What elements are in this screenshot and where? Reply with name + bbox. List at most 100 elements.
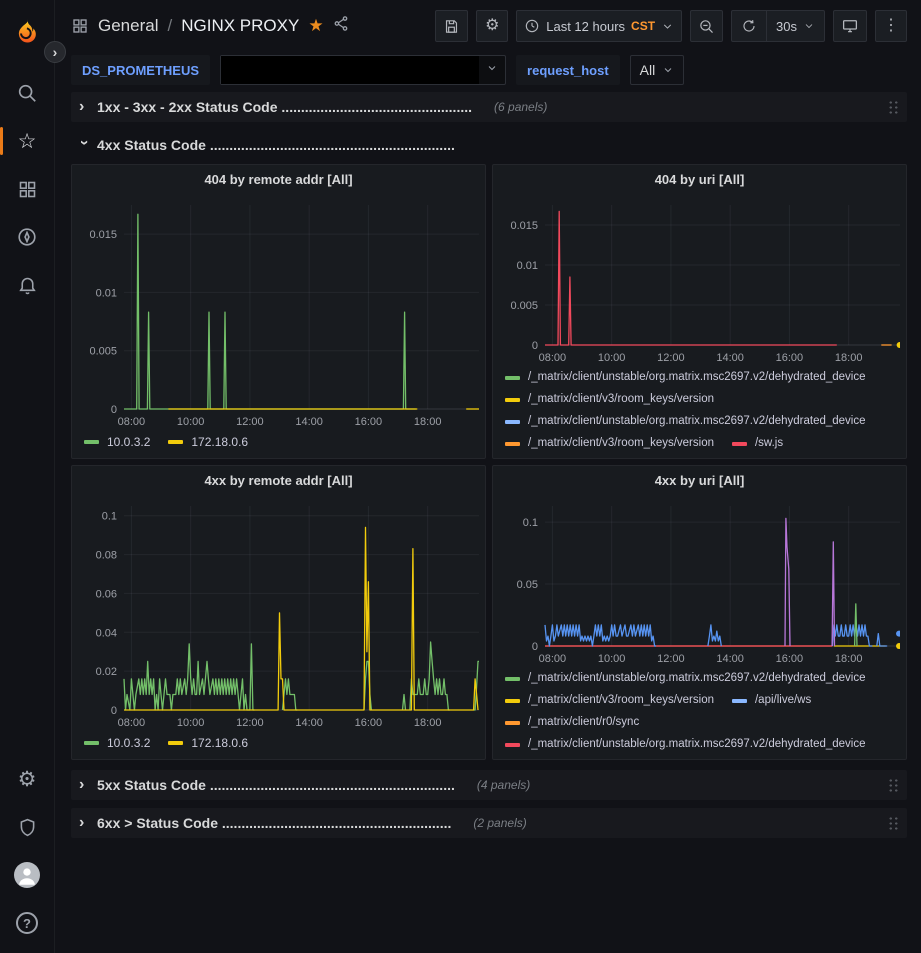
svg-text:12:00: 12:00 bbox=[657, 352, 685, 364]
user-avatar[interactable] bbox=[7, 858, 47, 892]
legend-item[interactable]: /_matrix/client/unstable/org.matrix.msc2… bbox=[505, 411, 866, 432]
svg-text:08:00: 08:00 bbox=[539, 352, 567, 364]
legend-label: 10.0.3.2 bbox=[107, 736, 150, 750]
sidebar-item-explore[interactable] bbox=[7, 220, 47, 254]
legend-item[interactable]: /sw.js bbox=[732, 433, 783, 451]
row-collapse-arrow: › bbox=[79, 776, 89, 794]
grafana-app: › ☆ ⚙ bbox=[0, 0, 921, 953]
svg-text:0.1: 0.1 bbox=[102, 511, 117, 523]
favorite-star-icon[interactable]: ★ bbox=[308, 16, 323, 36]
svg-text:12:00: 12:00 bbox=[236, 717, 264, 729]
variables-bar: DS_PROMETHEUS request_host All bbox=[71, 52, 907, 88]
row-4xx[interactable]: › 4xx Status Code ......................… bbox=[71, 130, 907, 160]
panel-title[interactable]: 4xx by uri [All] bbox=[499, 466, 900, 496]
svg-text:10:00: 10:00 bbox=[598, 352, 626, 364]
legend-item[interactable]: 172.18.0.6 bbox=[168, 736, 248, 750]
row-drag-handle[interactable] bbox=[888, 778, 899, 793]
sidebar-item-dashboards[interactable] bbox=[7, 172, 47, 206]
panel-title[interactable]: 404 by remote addr [All] bbox=[78, 165, 479, 195]
svg-text:0: 0 bbox=[532, 641, 538, 653]
refresh-interval-dropdown[interactable]: 30s bbox=[766, 11, 824, 41]
svg-text:16:00: 16:00 bbox=[355, 717, 383, 729]
legend-swatch bbox=[732, 699, 747, 703]
request-host-dropdown[interactable]: All bbox=[630, 55, 685, 85]
panel-title[interactable]: 4xx by remote addr [All] bbox=[78, 466, 479, 496]
row-1xx-3xx-2xx[interactable]: › 1xx - 3xx - 2xx Status Code ..........… bbox=[71, 92, 907, 122]
svg-text:0.05: 0.05 bbox=[517, 579, 538, 591]
sidebar-item-configuration[interactable]: ⚙ bbox=[7, 762, 47, 796]
variable-label-request-host: request_host bbox=[516, 55, 620, 85]
grafana-logo[interactable] bbox=[12, 17, 42, 47]
panel-grid: 404 by remote addr [All] 08:00 10:00 12:00… bbox=[71, 164, 907, 760]
time-range-label: Last 12 hours bbox=[546, 19, 625, 34]
row-title: 6xx > Status Code ......................… bbox=[97, 815, 451, 831]
legend-swatch bbox=[505, 442, 520, 446]
svg-text:0.005: 0.005 bbox=[510, 300, 538, 312]
dashboard-title[interactable]: NGINX PROXY bbox=[181, 16, 299, 36]
legend-item[interactable]: /_matrix/client/r0/sync bbox=[505, 712, 639, 733]
row-6xx[interactable]: › 6xx > Status Code ....................… bbox=[71, 808, 907, 838]
more-options-button[interactable]: ⋮ bbox=[875, 10, 907, 42]
zoom-out-time-button[interactable] bbox=[690, 10, 723, 42]
legend-item[interactable]: /_matrix/client/v3/room_keys/version bbox=[505, 690, 714, 711]
datasource-value-redacted bbox=[221, 56, 479, 84]
search-icon[interactable] bbox=[7, 76, 47, 110]
dashboard-settings-button[interactable]: ⚙ bbox=[476, 10, 508, 42]
time-range-picker[interactable]: Last 12 hours CST bbox=[516, 10, 682, 42]
legend-item[interactable]: /_matrix/client/unstable/org.matrix.msc2… bbox=[505, 734, 866, 752]
sidebar-item-server-admin[interactable] bbox=[7, 810, 47, 844]
tv-mode-button[interactable] bbox=[833, 10, 867, 42]
panel-title[interactable]: 404 by uri [All] bbox=[499, 165, 900, 195]
timeseries-chart[interactable]: 08:0010:0012:0014:0016:0018:0000.050.1 bbox=[499, 496, 900, 668]
svg-text:0.04: 0.04 bbox=[96, 627, 117, 639]
row-drag-handle[interactable] bbox=[888, 816, 899, 831]
row-panel-count: (2 panels) bbox=[473, 816, 526, 830]
svg-text:14:00: 14:00 bbox=[716, 352, 744, 364]
zoom-out-icon bbox=[698, 18, 715, 35]
svg-text:10:00: 10:00 bbox=[177, 416, 205, 428]
svg-text:16:00: 16:00 bbox=[776, 653, 804, 665]
legend-item[interactable]: /_matrix/client/v3/room_keys/version bbox=[505, 433, 714, 451]
save-dashboard-button[interactable] bbox=[435, 10, 468, 42]
legend-item[interactable]: 10.0.3.2 bbox=[84, 435, 150, 449]
legend-item[interactable]: /_matrix/client/v3/room_keys/version bbox=[505, 389, 714, 410]
sidebar-expand-toggle[interactable]: › bbox=[44, 41, 66, 63]
legend-swatch bbox=[505, 420, 520, 424]
svg-text:14:00: 14:00 bbox=[295, 717, 323, 729]
share-icon[interactable] bbox=[333, 15, 350, 37]
sidebar-item-alerting[interactable] bbox=[7, 268, 47, 302]
timeseries-chart[interactable]: 08:0010:0012:0014:0016:0018:0000.0050.01… bbox=[78, 195, 479, 430]
timeseries-chart[interactable]: 08:0010:0012:0014:0016:0018:0000.020.040… bbox=[78, 496, 479, 731]
legend-label: /_matrix/client/unstable/org.matrix.msc2… bbox=[528, 411, 866, 432]
panel-404-by-uri: 404 by uri [All] 08:00 10:00 12:00 14:00 16:… bbox=[492, 164, 907, 459]
timezone-label: CST bbox=[631, 19, 655, 33]
legend-label: 172.18.0.6 bbox=[191, 435, 248, 449]
svg-text:08:00: 08:00 bbox=[118, 416, 146, 428]
row-drag-handle[interactable] bbox=[888, 100, 899, 115]
sidebar-item-starred[interactable]: ☆ bbox=[7, 124, 47, 158]
legend-label: /_matrix/client/v3/room_keys/version bbox=[528, 690, 714, 711]
svg-text:18:00: 18:00 bbox=[414, 416, 442, 428]
legend-item[interactable]: /_matrix/client/unstable/org.matrix.msc2… bbox=[505, 367, 866, 388]
timeseries-chart[interactable]: 08:0010:0012:0014:0016:0018:0000.0050.01… bbox=[499, 195, 900, 367]
legend-item[interactable]: /api/live/ws bbox=[732, 690, 811, 711]
legend-item[interactable]: /_matrix/client/unstable/org.matrix.msc2… bbox=[505, 668, 866, 689]
refresh-button[interactable] bbox=[732, 11, 766, 41]
legend-label: /_matrix/client/v3/room_keys/version bbox=[528, 433, 714, 451]
datasource-dropdown[interactable] bbox=[220, 55, 506, 85]
legend-swatch bbox=[505, 721, 520, 725]
svg-text:16:00: 16:00 bbox=[776, 352, 804, 364]
panel-404-by-remote-addr: 404 by remote addr [All] 08:0010:0012:00… bbox=[71, 164, 486, 459]
legend-item[interactable]: 172.18.0.6 bbox=[168, 435, 248, 449]
legend-swatch bbox=[505, 677, 520, 681]
svg-text:18:00: 18:00 bbox=[835, 653, 863, 665]
row-panel-count: (4 panels) bbox=[477, 778, 530, 792]
sidebar-item-help[interactable]: ? bbox=[7, 906, 47, 940]
help-icon: ? bbox=[16, 912, 38, 934]
breadcrumb-folder[interactable]: General bbox=[98, 16, 158, 36]
kebab-menu-icon: ⋮ bbox=[883, 18, 899, 34]
compass-icon bbox=[16, 226, 38, 248]
row-5xx[interactable]: › 5xx Status Code ......................… bbox=[71, 770, 907, 800]
legend-item[interactable]: 10.0.3.2 bbox=[84, 736, 150, 750]
legend-label: /_matrix/client/v3/room_keys/version bbox=[528, 389, 714, 410]
